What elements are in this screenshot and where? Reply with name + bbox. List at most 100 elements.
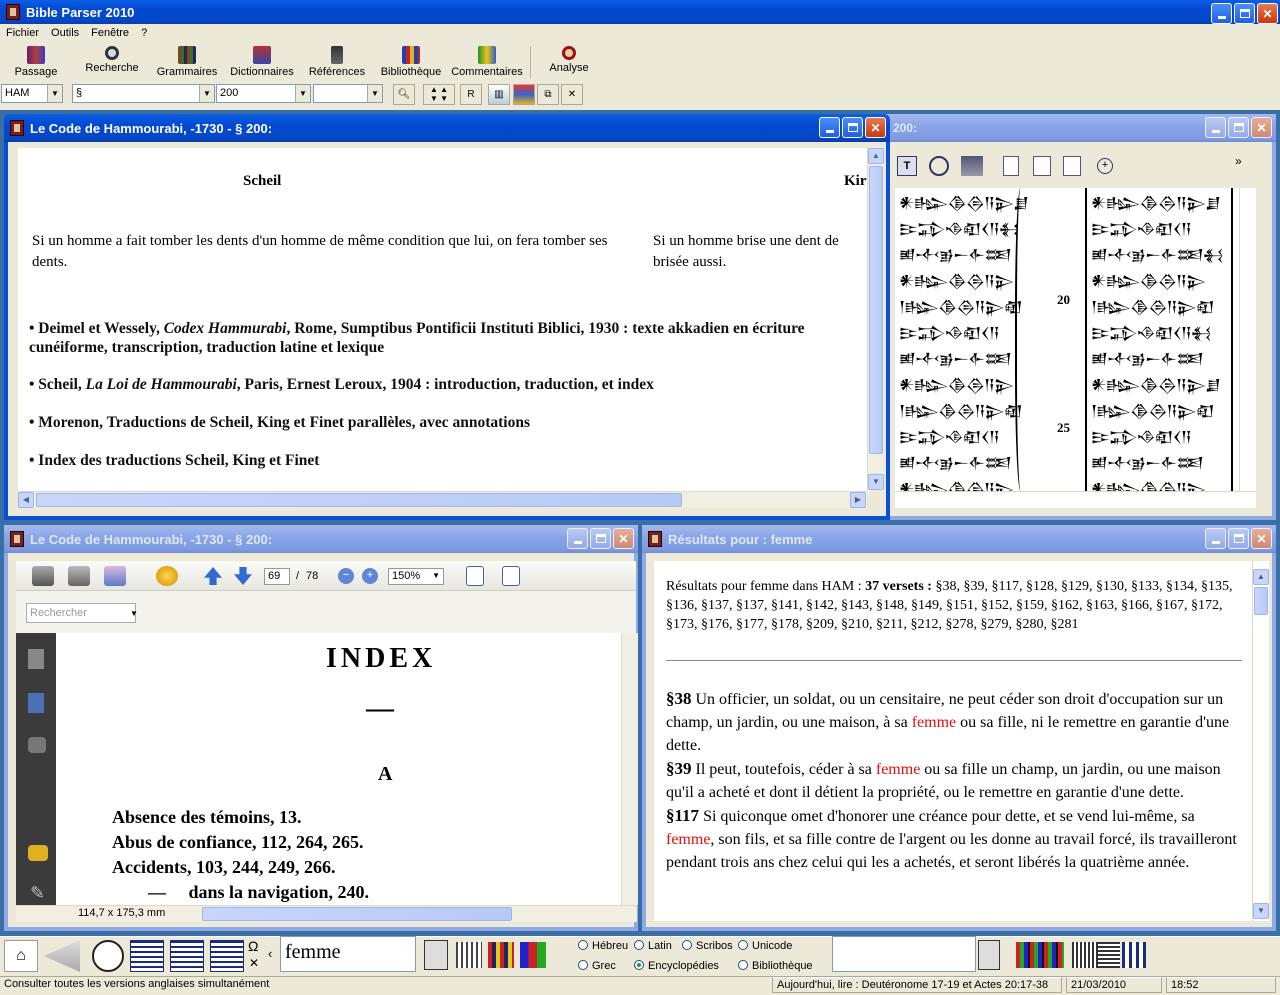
- r-button[interactable]: R: [460, 84, 482, 105]
- lexicon-icon[interactable]: [1098, 942, 1120, 968]
- secondary-search-button[interactable]: [978, 940, 1000, 970]
- menu-fichier[interactable]: Fichier: [6, 27, 39, 41]
- toolbar-grammaires-button[interactable]: Grammaires: [156, 46, 218, 78]
- columns-tool-icon[interactable]: [1122, 942, 1146, 968]
- scroll-left-icon[interactable]: ◀: [18, 492, 34, 508]
- text-tool-icon[interactable]: T: [897, 156, 917, 176]
- comments-icon[interactable]: [28, 845, 48, 861]
- cuneiform-vscroll[interactable]: [1239, 188, 1256, 491]
- code-window-title-bar[interactable]: Le Code de Hammourabi, -1730 - § 200: ✕: [4, 114, 890, 142]
- unicode-keyboard-button[interactable]: ✕: [249, 956, 259, 970]
- toolbar-recherche-button[interactable]: Recherche: [84, 46, 140, 74]
- home-button[interactable]: ⌂: [4, 940, 38, 972]
- pdf-window-title-bar[interactable]: Le Code de Hammourabi, -1730 - § 200: ✕: [4, 525, 638, 553]
- bottom-search-input[interactable]: femme: [280, 936, 416, 972]
- share-icon[interactable]: [104, 566, 126, 586]
- scroll-up-icon[interactable]: ▲: [868, 148, 884, 164]
- cuneiform-minimize-button[interactable]: [1205, 117, 1226, 138]
- verse-select[interactable]: ▼: [313, 84, 383, 103]
- layout-double-button[interactable]: [170, 940, 204, 972]
- arrow-up-icon[interactable]: [204, 567, 222, 585]
- code-maximize-button[interactable]: [842, 117, 863, 138]
- toolbar-references-button[interactable]: Références: [306, 46, 368, 78]
- scroll-up-icon[interactable]: ▲: [1253, 569, 1269, 585]
- concordance-icon[interactable]: [488, 942, 514, 968]
- layout-single-button[interactable]: [130, 940, 164, 972]
- chevron-right-icon[interactable]: »: [1235, 154, 1242, 168]
- ref-3[interactable]: • Morenon, Traductions de Scheil, King e…: [29, 414, 859, 432]
- go-search-button[interactable]: 🔍︎: [393, 84, 415, 105]
- dictionary-grid-icon[interactable]: [1072, 942, 1098, 968]
- ref-1[interactable]: • Deimel et Wessely, Codex Hammurabi, Ro…: [29, 319, 859, 357]
- results-vscroll-thumb[interactable]: [1254, 587, 1268, 615]
- toolbar-passage-button[interactable]: Passage: [10, 46, 62, 78]
- zoom-in-icon[interactable]: +: [362, 568, 378, 584]
- radio-scribos[interactable]: Scribos: [682, 940, 733, 952]
- ref-4[interactable]: • Index des traductions Scheil, King et …: [29, 452, 859, 470]
- code-hscroll-thumb[interactable]: [36, 493, 682, 507]
- scroll-down-icon[interactable]: ▼: [1253, 903, 1269, 919]
- sync-icon[interactable]: [156, 566, 178, 586]
- statistics-icon[interactable]: [520, 942, 546, 968]
- cuneiform-maximize-button[interactable]: [1228, 117, 1249, 138]
- minimize-button[interactable]: [1211, 3, 1232, 24]
- prev-next-button[interactable]: ▲ ▲ ▼ ▼: [423, 84, 455, 105]
- omega-button[interactable]: Ω: [248, 938, 258, 954]
- grid-icon[interactable]: [456, 942, 482, 968]
- search-clock-button[interactable]: [92, 940, 124, 972]
- fit-width-icon[interactable]: [502, 566, 520, 586]
- print-icon[interactable]: [32, 566, 54, 586]
- toolbar-bibliotheque-button[interactable]: Bibliothèque: [380, 46, 442, 78]
- zoom-select[interactable]: 150% ▼: [388, 568, 444, 585]
- zoom-out-icon[interactable]: −: [338, 568, 354, 584]
- results-maximize-button[interactable]: [1228, 528, 1249, 549]
- toolbar-commentaires-button[interactable]: Commentaires: [451, 46, 523, 78]
- version-select[interactable]: HAM ▼: [1, 84, 63, 103]
- radio-hebreu[interactable]: Hébreu: [578, 940, 628, 952]
- cuneiform-close-button[interactable]: ✕: [1251, 117, 1272, 138]
- results-window-title-bar[interactable]: Résultats pour : femme ✕: [642, 525, 1276, 553]
- find-icon[interactable]: [28, 737, 46, 753]
- toolbar-dictionnaires-button[interactable]: Dictionnaires: [229, 46, 295, 78]
- chevron-left-icon[interactable]: ‹: [268, 946, 272, 961]
- pdf-vscroll[interactable]: [621, 633, 638, 905]
- menu-help[interactable]: ?: [141, 27, 147, 41]
- fit-page-icon[interactable]: [466, 566, 484, 586]
- toolbar-analyse-button[interactable]: Analyse: [544, 46, 594, 74]
- scroll-right-icon[interactable]: ▶: [850, 492, 866, 508]
- zoom-tool-icon[interactable]: [929, 156, 949, 176]
- results-minimize-button[interactable]: [1205, 528, 1226, 549]
- scanner-tool-icon[interactable]: [961, 156, 983, 176]
- cuneiform-window-title-bar[interactable]: 200: ✕: [883, 114, 1276, 142]
- scroll-down-icon[interactable]: ▼: [868, 474, 884, 490]
- code-vscroll-thumb[interactable]: [869, 166, 883, 454]
- results-vscroll[interactable]: ▲ ▼: [1252, 561, 1269, 921]
- page-number-input[interactable]: 69: [264, 568, 290, 585]
- bookmarks-icon[interactable]: [28, 693, 44, 713]
- radio-latin[interactable]: Latin: [634, 940, 672, 952]
- pdf-maximize-button[interactable]: [590, 528, 611, 549]
- code-close-button[interactable]: ✕: [865, 117, 886, 138]
- verse-38[interactable]: §38 Un officier, un soldat, ou un censit…: [666, 687, 1238, 757]
- code-minimize-button[interactable]: [819, 117, 840, 138]
- save-icon[interactable]: [68, 566, 90, 586]
- tools-button[interactable]: ✕: [561, 84, 583, 105]
- bottom-search-button[interactable]: [424, 940, 448, 970]
- menu-fenetre[interactable]: Fenêtre: [91, 27, 129, 41]
- results-close-button[interactable]: ✕: [1251, 528, 1272, 549]
- zoom-in-icon[interactable]: +: [1097, 158, 1113, 174]
- pdf-hscroll[interactable]: 114,7 x 175,3 mm: [16, 905, 637, 922]
- ref-2[interactable]: • Scheil, La Loi de Hammourabi, Paris, E…: [29, 376, 859, 394]
- arrow-down-icon[interactable]: [234, 567, 252, 585]
- attachment-icon[interactable]: ✎: [30, 883, 45, 904]
- page-facing-icon[interactable]: [1063, 156, 1081, 176]
- code-hscroll[interactable]: ◀ ▶: [18, 491, 867, 508]
- page-single-icon[interactable]: [1003, 156, 1019, 176]
- tree-button[interactable]: ⧉: [537, 84, 559, 105]
- book-select[interactable]: § ▼: [72, 84, 215, 103]
- layout-triple-button[interactable]: [210, 940, 244, 972]
- library-shelf-icon[interactable]: [1016, 942, 1064, 968]
- restore-button[interactable]: [1234, 3, 1255, 24]
- code-vscroll[interactable]: ▲ ▼: [867, 148, 884, 491]
- app-title-bar[interactable]: Bible Parser 2010 ✕: [0, 0, 1280, 24]
